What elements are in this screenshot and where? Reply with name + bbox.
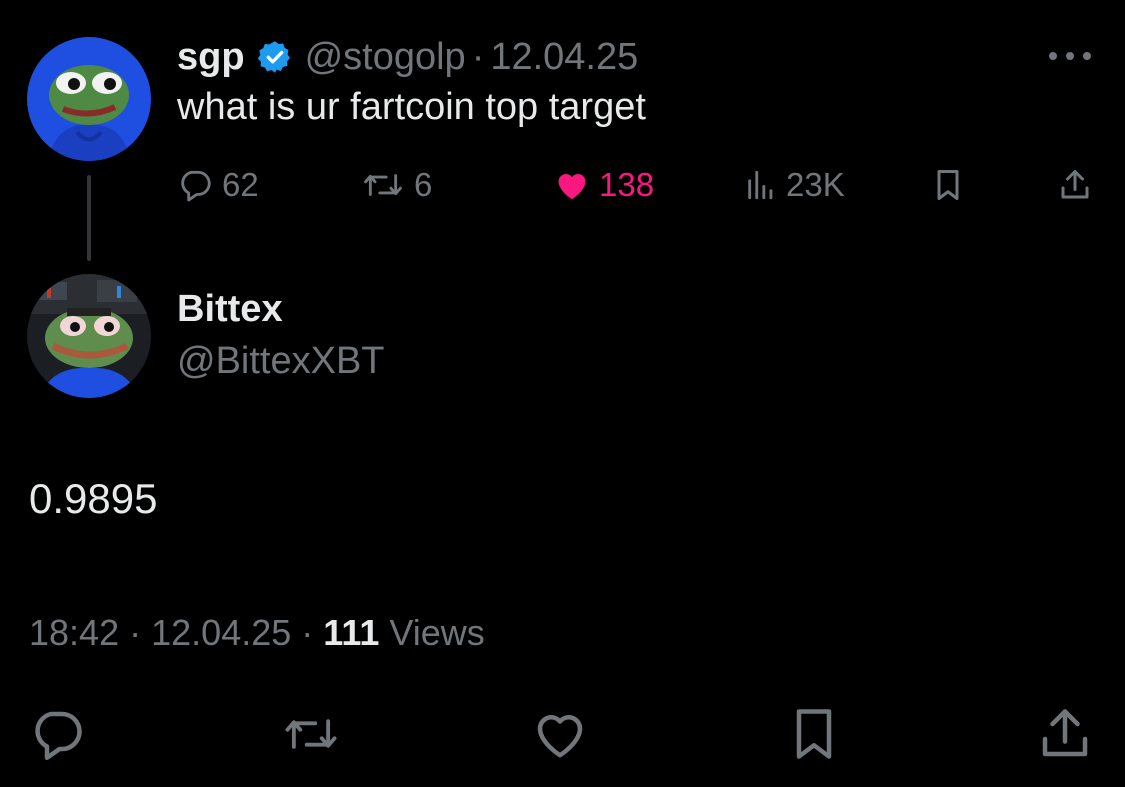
parent-tweet-text: what is ur fartcoin top target bbox=[177, 86, 646, 128]
bookmark-icon bbox=[930, 166, 966, 204]
header-separator: · bbox=[471, 35, 485, 78]
parent-bookmark-button[interactable] bbox=[930, 164, 966, 206]
parent-like-button[interactable]: 138 bbox=[553, 164, 654, 206]
more-dots-icon[interactable] bbox=[1045, 44, 1095, 68]
meta-separator: · bbox=[129, 612, 142, 653]
reply-tweet-text: 0.9895 bbox=[29, 475, 158, 522]
avatar-sgp[interactable] bbox=[27, 37, 151, 161]
bookmark-icon bbox=[784, 709, 844, 768]
parent-retweet-button[interactable]: 6 bbox=[360, 164, 432, 206]
retweet-count: 6 bbox=[414, 166, 433, 203]
meta-separator-2: · bbox=[301, 612, 314, 653]
share-icon bbox=[1057, 166, 1093, 204]
verified-badge-icon bbox=[257, 39, 293, 75]
parent-reply-button[interactable]: 62 bbox=[176, 164, 259, 206]
avatar-bittex[interactable] bbox=[27, 274, 151, 398]
views-count: 23K bbox=[786, 166, 845, 203]
reply-date[interactable]: 12.04.25 bbox=[151, 612, 291, 653]
reply-views-label: Views bbox=[389, 612, 485, 653]
share-icon bbox=[1035, 709, 1095, 768]
retweet-icon bbox=[281, 719, 341, 768]
reply-button[interactable] bbox=[27, 704, 87, 764]
parent-handle[interactable]: @stogolp bbox=[305, 36, 466, 79]
heart-icon bbox=[553, 166, 591, 204]
reply-icon bbox=[176, 166, 214, 204]
parent-share-button[interactable] bbox=[1057, 164, 1093, 206]
reply-count: 62 bbox=[222, 166, 259, 203]
parent-tweet-header: sgp @stogolp · 12.04.25 bbox=[177, 32, 638, 82]
thread-connector-line bbox=[87, 175, 91, 261]
retweet-button[interactable] bbox=[281, 704, 341, 764]
heart-icon bbox=[530, 715, 590, 768]
parent-date[interactable]: 12.04.25 bbox=[490, 36, 638, 79]
bookmark-button[interactable] bbox=[784, 704, 844, 764]
reply-views-count: 111 bbox=[323, 612, 380, 653]
views-chart-icon bbox=[744, 167, 778, 203]
like-count: 138 bbox=[599, 166, 655, 203]
reply-time[interactable]: 18:42 bbox=[29, 612, 119, 653]
parent-display-name[interactable]: sgp bbox=[177, 36, 245, 79]
reply-handle[interactable]: @BittexXBT bbox=[177, 340, 385, 383]
share-button[interactable] bbox=[1035, 704, 1095, 764]
reply-icon bbox=[27, 711, 87, 768]
reply-tweet-meta: 18:42 · 12.04.25 · 111 Views bbox=[29, 612, 485, 654]
parent-views-button[interactable]: 23K bbox=[744, 164, 845, 206]
reply-display-name[interactable]: Bittex bbox=[177, 288, 283, 331]
retweet-icon bbox=[360, 166, 406, 204]
tweet-thread-page: sgp @stogolp · 12.04.25 what is ur fartc… bbox=[0, 0, 1125, 787]
like-button[interactable] bbox=[530, 704, 590, 764]
